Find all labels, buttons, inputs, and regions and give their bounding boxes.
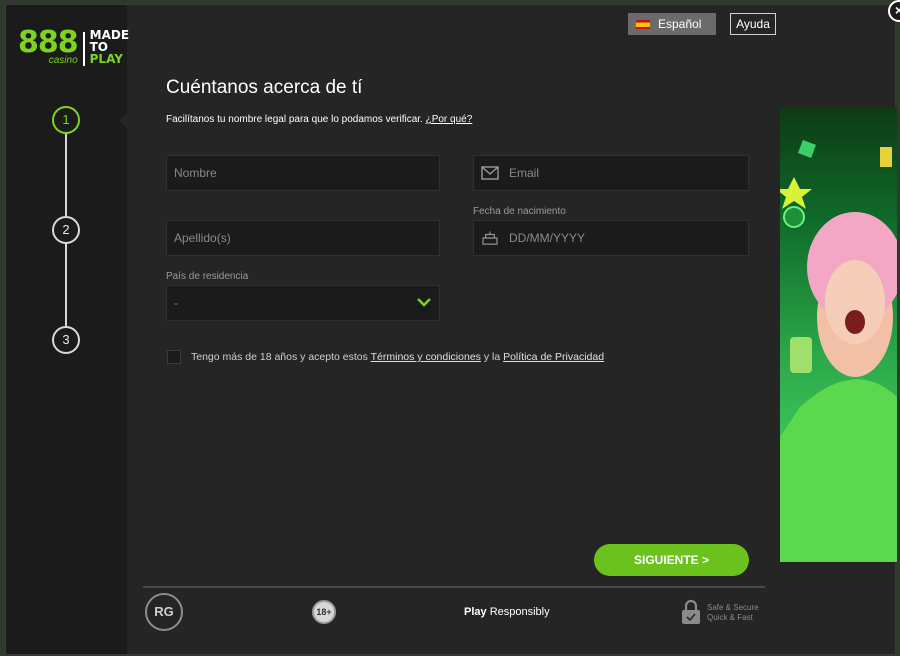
chevron-down-icon <box>417 298 431 307</box>
active-step-pointer <box>119 113 128 129</box>
help-button[interactable]: Ayuda <box>730 13 776 35</box>
responsible-gaming-badge[interactable]: RG <box>145 593 183 631</box>
birthday-cake-icon <box>482 231 498 245</box>
form-title: Cuéntanos acerca de tí <box>166 77 363 98</box>
close-icon[interactable]: × <box>888 0 900 22</box>
888-casino-logo: 888 casino MADE TO PLAY <box>18 25 129 67</box>
logo-number: 888 <box>18 25 79 60</box>
last-name-placeholder: Apellido(s) <box>174 231 231 245</box>
step-3-indicator: 3 <box>52 326 80 354</box>
terms-checkbox[interactable] <box>167 350 181 364</box>
privacy-link[interactable]: Política de Privacidad <box>503 351 604 363</box>
dob-placeholder: DD/MM/YYYY <box>509 231 586 245</box>
terms-link[interactable]: Términos y condiciones <box>371 351 481 363</box>
email-placeholder: Email <box>509 166 540 180</box>
language-button[interactable]: Español <box>628 13 716 35</box>
play-bold: Play <box>464 606 487 618</box>
page-backdrop: 888 casino MADE TO PLAY 1 2 3 Español Ay… <box>0 0 900 656</box>
secure-line-1: Safe & Secure <box>707 603 759 612</box>
terms-prefix: Tengo más de 18 años y acepto estos <box>191 351 368 363</box>
logo-tagline-3: PLAY <box>89 52 123 66</box>
secure-line-2: Quick & Fast <box>707 613 753 622</box>
form-subtitle: Facilítanos tu nombre legal para que lo … <box>166 114 472 125</box>
age-18-badge: 18+ <box>312 600 336 624</box>
language-label: Español <box>658 17 702 31</box>
dob-label: Fecha de nacimiento <box>473 206 566 217</box>
play-rest: Responsibly <box>489 606 550 618</box>
logo-mark: 888 casino <box>18 25 79 67</box>
email-input[interactable]: Email <box>473 155 749 191</box>
logo-tagline: MADE TO PLAY <box>90 29 129 65</box>
promo-illustration <box>780 140 897 562</box>
first-name-placeholder: Nombre <box>174 166 217 180</box>
step-2-indicator: 2 <box>52 216 80 244</box>
step-1-indicator: 1 <box>52 106 80 134</box>
country-value: - <box>174 296 178 310</box>
dob-input[interactable]: DD/MM/YYYY <box>473 220 749 256</box>
subtitle-text: Facilítanos tu nombre legal para que lo … <box>166 114 423 125</box>
terms-text: Tengo más de 18 años y acepto estos Térm… <box>191 351 604 363</box>
promo-image <box>780 107 897 562</box>
logo-divider <box>82 32 85 66</box>
registration-modal: 888 casino MADE TO PLAY 1 2 3 Español Ay… <box>5 0 900 655</box>
spain-flag-icon <box>636 19 650 29</box>
country-label: País de residencia <box>166 271 249 282</box>
why-link[interactable]: ¿Por qué? <box>426 114 473 125</box>
envelope-icon <box>481 166 499 180</box>
last-name-input[interactable]: Apellido(s) <box>166 220 440 256</box>
step-connector <box>65 133 67 216</box>
steps-sidebar: 888 casino MADE TO PLAY 1 2 3 <box>6 5 129 654</box>
next-button[interactable]: SIGUIENTE > <box>594 544 749 576</box>
lock-icon <box>682 599 700 624</box>
terms-mid: y la <box>483 351 501 363</box>
footer-divider <box>143 586 765 588</box>
country-select[interactable]: - <box>166 285 440 321</box>
play-responsibly-text[interactable]: Play Responsibly <box>464 606 550 618</box>
step-connector <box>65 243 67 326</box>
first-name-input[interactable]: Nombre <box>166 155 440 191</box>
safe-secure-text: Safe & Secure Quick & Fast <box>707 603 759 623</box>
